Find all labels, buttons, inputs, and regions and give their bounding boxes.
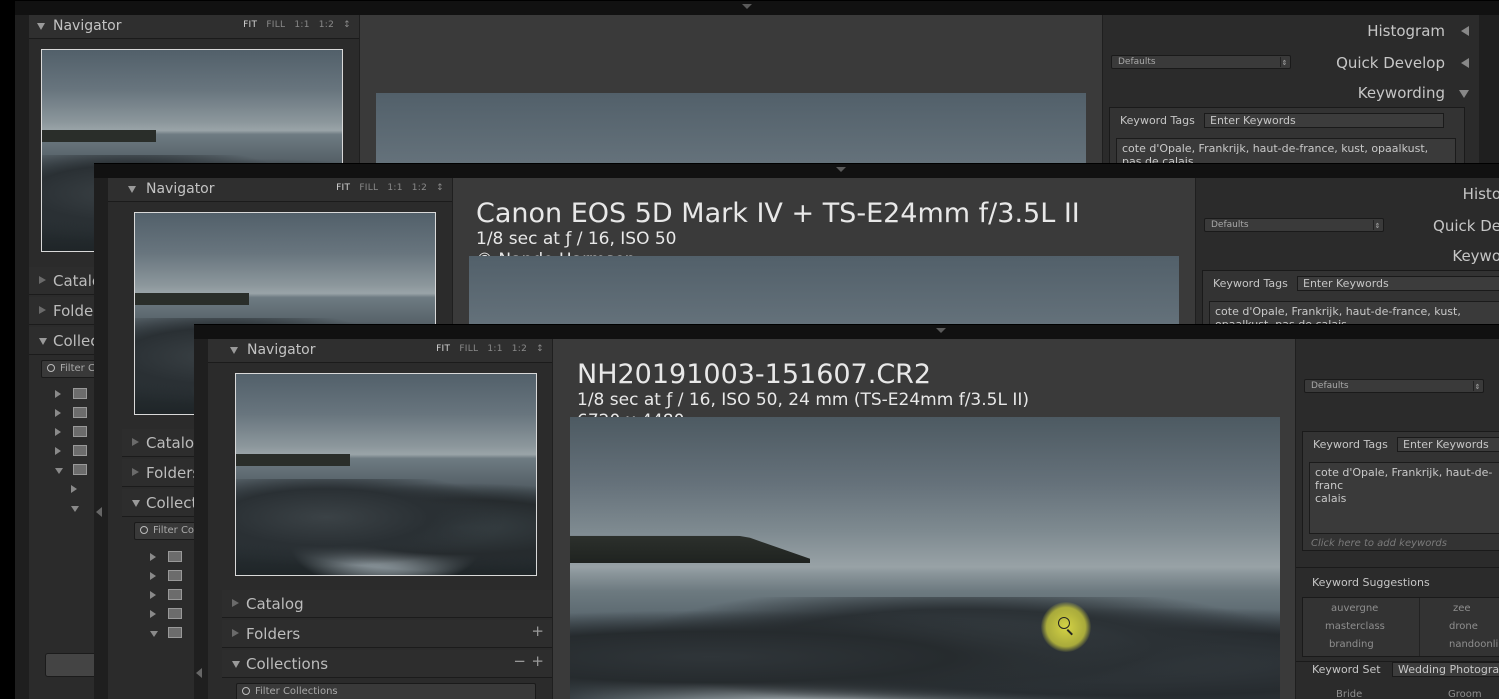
collections-section[interactable]: Collections − + [222,650,552,678]
keyword-tags-label: Keyword Tags [1120,114,1195,127]
suggestion-keyword[interactable]: masterclass [1325,621,1385,632]
quick-develop-preset-select[interactable]: Defaults ⇕ [1304,379,1484,393]
zoom-fill[interactable]: FILL [459,344,478,354]
right-panel: Defaults ⇕ Keyword Tags Enter Keywords co… [1296,339,1499,699]
add-keywords-hint[interactable]: Click here to add keywords [1311,538,1447,549]
zoom-1to2[interactable]: 1:2 [319,20,334,30]
main-photo[interactable] [570,417,1280,699]
suggestion-keyword[interactable]: auvergne [1331,603,1378,614]
search-icon [242,687,250,695]
center-view: NH20191003-151607.CR2 1/8 sec at ƒ / 16,… [553,339,1295,699]
zoom-fit[interactable]: FIT [336,183,350,193]
navigator-title: Navigator [247,342,316,358]
zoom-spin-icon[interactable]: ↕ [343,20,351,30]
keyword-suggestions-grid: auvergne zee masterclass drone branding … [1302,597,1499,657]
zoom-fit[interactable]: FIT [436,344,450,354]
collapse-down-icon [1459,90,1469,98]
zoom-fit[interactable]: FIT [243,20,257,30]
add-collection-button[interactable]: + [531,652,544,670]
zoom-1to1[interactable]: 1:1 [487,344,502,354]
zoom-1to1[interactable]: 1:1 [294,20,309,30]
disclosure-down-icon [128,186,136,193]
rocks-foreground [570,597,1280,699]
navigator-title: Navigator [146,181,215,197]
spinner-icon: ⇕ [1373,220,1381,230]
zoom-fill[interactable]: FILL [266,20,285,30]
collapse-left-icon [1461,26,1469,36]
keyword-set-item[interactable]: Groom [1448,689,1482,699]
quick-develop-preset-select[interactable]: Defaults ⇕ [1204,218,1384,232]
zoom-1to1[interactable]: 1:1 [387,183,402,193]
navigator-title: Navigator [53,18,122,34]
spinner-icon: ⇕ [1473,381,1481,391]
zoom-1to2[interactable]: 1:2 [412,183,427,193]
suggestion-keyword[interactable]: branding [1329,639,1374,650]
remove-collection-button[interactable]: − [513,652,526,670]
suggestion-keyword[interactable]: zee [1453,603,1471,614]
keyword-tags-select[interactable]: Enter Keywords [1204,113,1444,128]
collapse-top-icon [936,328,946,333]
keyword-set-select[interactable]: Wedding Photograp [1392,662,1499,677]
navigator-preview[interactable] [235,373,537,576]
collapse-top-icon [742,4,752,9]
zoom-spin-icon[interactable]: ↕ [436,183,444,193]
folders-section[interactable]: Folders + [222,620,552,648]
navigator-zoom-options: FIT FILL 1:1 1:2 ↕ [234,20,351,30]
overlay-line-1: Canon EOS 5D Mark IV + TS-E24mm f/3.5L I… [476,198,1080,229]
top-panel-grip[interactable] [194,325,1499,339]
keyword-suggestions-header[interactable]: Keyword Suggestions [1312,576,1430,589]
left-panel: Navigator FIT FILL 1:1 1:2 ↕ Catalog Folders… [208,339,552,699]
navigator-zoom-options: FIT FILL 1:1 1:2 ↕ [327,183,444,193]
keyword-set-item[interactable]: Bride [1336,689,1362,699]
navigator-header[interactable]: Navigator FIT FILL 1:1 1:2 ↕ [108,178,452,202]
keyword-set-label: Keyword Set [1312,663,1381,676]
keyword-tags-select[interactable]: Enter Keywords [1397,437,1499,452]
overlay-line-2: 1/8 sec at ƒ / 16, ISO 50 [476,229,677,249]
zoom-spin-icon[interactable]: ↕ [536,344,544,354]
navigator-zoom-options: FIT FILL 1:1 1:2 ↕ [427,344,544,354]
quick-develop-preset-select[interactable]: Defaults ⇕ [1111,55,1291,69]
overlay-line-2: 1/8 sec at ƒ / 16, ISO 50, 24 mm (TS-E24… [577,390,1029,410]
left-panel-grip[interactable] [196,668,202,678]
keyword-tags-select[interactable]: Enter Keywords [1297,276,1499,291]
overlay-line-1: NH20191003-151607.CR2 [577,359,932,390]
collapse-top-icon [836,167,846,172]
disclosure-down-icon [37,23,45,30]
lightroom-window-front: Navigator FIT FILL 1:1 1:2 ↕ Catalog Folders… [194,324,1499,699]
catalog-section[interactable]: Catalog [222,590,552,618]
zoom-fill[interactable]: FILL [359,183,378,193]
keywords-textarea[interactable]: cote d'Opale, Frankrijk, haut-de-franc c… [1309,462,1499,534]
top-panel-grip[interactable] [15,1,1499,15]
zoom-in-cursor-icon [1041,602,1091,652]
keyword-panel: Keyword Tags Enter Keywords cote d'Opale… [1302,431,1499,551]
keyword-tags-label: Keyword Tags [1213,277,1288,290]
preview-image [236,374,536,575]
spinner-icon: ⇕ [1280,57,1288,67]
suggestion-keyword[interactable]: nandoonli [1449,639,1498,650]
coastline-houses [570,525,810,563]
search-icon [140,526,148,534]
filter-collections-input[interactable]: Filter Collections [236,683,536,699]
left-panel-grip[interactable] [96,507,102,517]
search-icon [47,364,55,372]
zoom-1to2[interactable]: 1:2 [512,344,527,354]
top-panel-grip[interactable] [94,164,1499,178]
disclosure-down-icon [230,347,238,354]
collapse-left-icon [1461,58,1469,68]
suggestion-keyword[interactable]: drone [1449,621,1478,632]
navigator-header[interactable]: Navigator FIT FILL 1:1 1:2 ↕ [29,15,359,39]
navigator-header[interactable]: Navigator FIT FILL 1:1 1:2 ↕ [208,339,552,363]
add-folder-button[interactable]: + [531,622,544,640]
keyword-tags-label: Keyword Tags [1313,438,1388,451]
